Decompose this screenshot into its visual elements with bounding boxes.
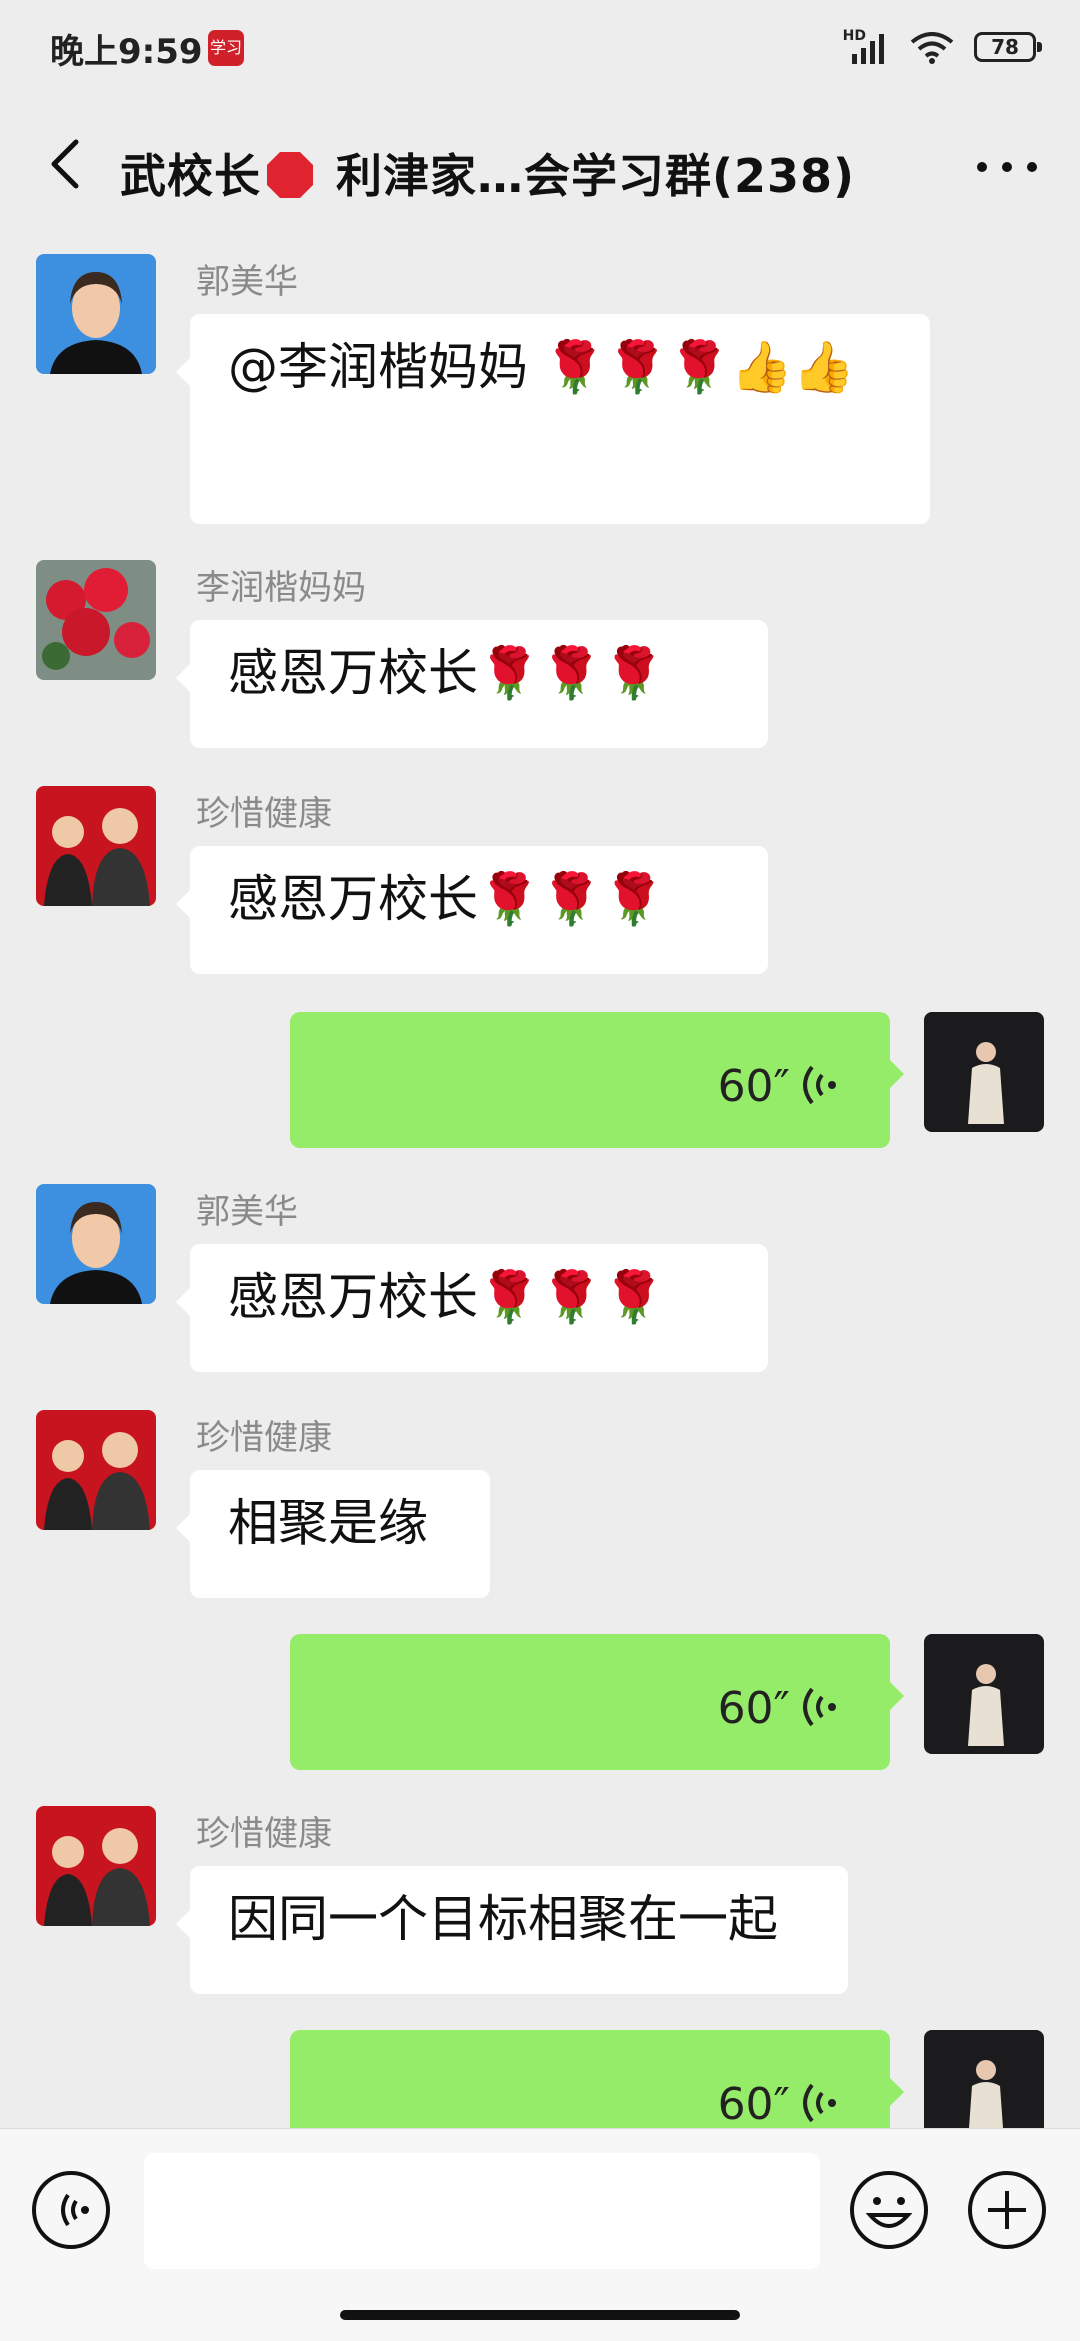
sender-name: 珍惜健康 (196, 1418, 332, 1458)
avatar[interactable] (36, 560, 156, 680)
voice-wave-icon (803, 1687, 836, 1727)
app-notification-icon: 学习 (208, 30, 244, 66)
message-row: 60″ (0, 1012, 1080, 1172)
chat-title: 武校长 利津家…会学习群(238) (120, 140, 855, 206)
avatar[interactable] (36, 254, 156, 374)
sender-name: 珍惜健康 (196, 794, 332, 834)
message-row: 珍惜健康 相聚是缘 (0, 1410, 1080, 1610)
stop-sign-icon (267, 152, 313, 198)
emoji-icon[interactable] (848, 2169, 930, 2251)
sender-name: 李润楷妈妈 (196, 568, 366, 608)
message-row: 郭美华 @李润楷妈妈 🌹🌹🌹👍👍 (0, 254, 1080, 544)
signal-icon (852, 34, 884, 64)
battery-indicator: 78 (974, 32, 1042, 62)
avatar[interactable] (924, 1634, 1044, 1754)
sender-name: 郭美华 (196, 1192, 298, 1232)
voice-message-bubble[interactable]: 60″ (290, 1012, 904, 1148)
message-bubble[interactable]: 感恩万校长🌹🌹🌹 (176, 620, 768, 748)
voice-message-bubble[interactable]: 60″ (290, 1634, 904, 1770)
status-time: 晚上9:59 (50, 32, 203, 72)
sender-name: 郭美华 (196, 262, 298, 302)
chevron-left-icon[interactable] (38, 134, 98, 194)
message-bubble[interactable]: @李润楷妈妈 🌹🌹🌹👍👍 (176, 314, 930, 524)
avatar[interactable] (36, 1184, 156, 1304)
chat-header: 武校长 利津家…会学习群(238) (0, 96, 1080, 241)
chat-title-prefix: 武校长 (120, 149, 261, 203)
message-row: 李润楷妈妈 感恩万校长🌹🌹🌹 (0, 560, 1080, 760)
message-input[interactable] (144, 2153, 820, 2269)
message-row: 60″ (0, 2030, 1080, 2128)
voice-message-bubble[interactable]: 60″ (290, 2030, 904, 2128)
chat-title-suffix: 利津家…会学习群(238) (319, 149, 856, 203)
voice-duration: 60″ (718, 2068, 838, 2128)
voice-mode-icon[interactable] (30, 2169, 112, 2251)
message-bubble[interactable]: 相聚是缘 (176, 1470, 490, 1598)
message-row: 郭美华 感恩万校长🌹🌹🌹 (0, 1184, 1080, 1384)
voice-duration: 60″ (718, 1050, 838, 1124)
status-bar: 晚上9:59 学习 HD 78 (0, 0, 1080, 96)
avatar[interactable] (36, 786, 156, 906)
message-row: 60″ (0, 1634, 1080, 1794)
sender-name: 珍惜健康 (196, 1814, 332, 1854)
message-bubble[interactable]: 因同一个目标相聚在一起 (176, 1866, 848, 1994)
avatar[interactable] (924, 1012, 1044, 1132)
message-row: 珍惜健康 感恩万校长🌹🌹🌹 (0, 786, 1080, 986)
voice-wave-icon (803, 1065, 836, 1105)
ellipsis-icon[interactable] (972, 152, 1042, 182)
wifi-icon (910, 32, 954, 64)
home-indicator[interactable] (340, 2310, 740, 2320)
message-bubble[interactable]: 感恩万校长🌹🌹🌹 (176, 846, 768, 974)
plus-icon[interactable] (966, 2169, 1048, 2251)
message-bubble[interactable]: 感恩万校长🌹🌹🌹 (176, 1244, 768, 1372)
message-row: 珍惜健康 因同一个目标相聚在一起 (0, 1806, 1080, 2006)
avatar[interactable] (924, 2030, 1044, 2128)
message-list[interactable]: 郭美华 @李润楷妈妈 🌹🌹🌹👍👍 李润楷妈妈 感恩万校长🌹🌹🌹 珍惜健康 感恩万… (0, 240, 1080, 2128)
avatar[interactable] (36, 1806, 156, 1926)
avatar[interactable] (36, 1410, 156, 1530)
voice-duration: 60″ (718, 1672, 838, 1746)
voice-wave-icon (803, 2083, 836, 2123)
